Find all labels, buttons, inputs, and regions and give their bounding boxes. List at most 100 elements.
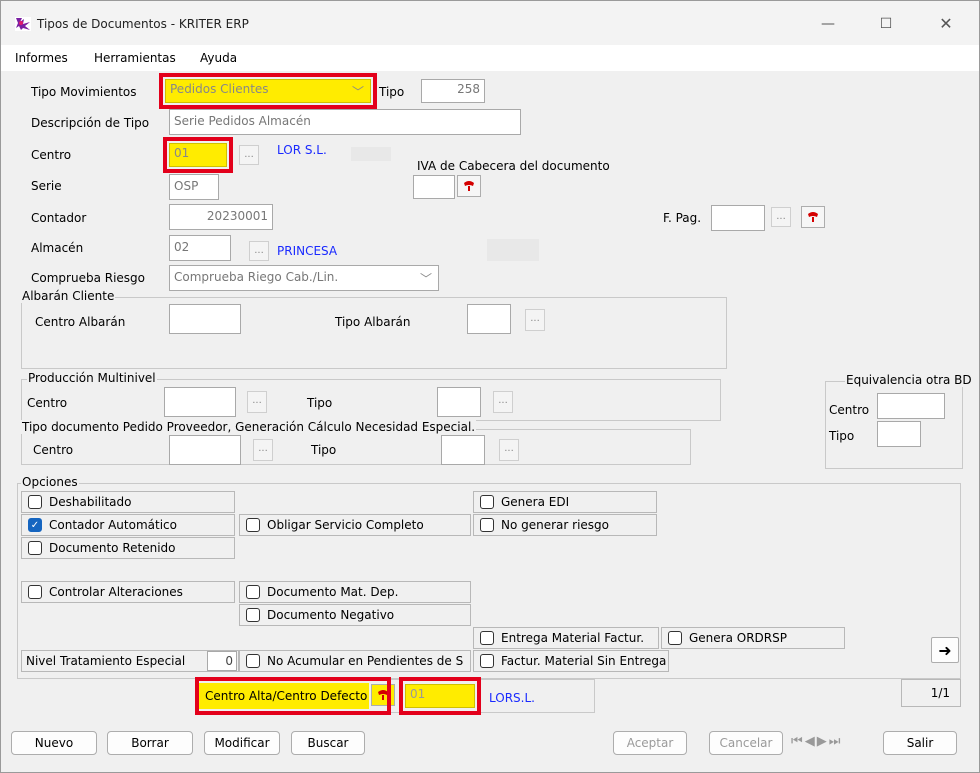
serie-field[interactable]: OSP bbox=[169, 174, 219, 200]
pedido-proveedor-group bbox=[21, 429, 691, 465]
entrega-material-label: Entrega Material Factur. bbox=[501, 631, 645, 645]
centro-albaran-label: Centro Albarán bbox=[35, 315, 126, 329]
modificar-button[interactable]: Modificar bbox=[204, 731, 280, 755]
chevron-down-icon: ﹀ bbox=[419, 272, 432, 286]
help-lookup-icon[interactable] bbox=[457, 175, 481, 197]
decorative-strip bbox=[351, 147, 391, 161]
produccion-title: Producción Multinivel bbox=[27, 371, 157, 385]
record-navigation[interactable]: ⏮◀▶⏭ bbox=[791, 734, 867, 754]
obligar-servicio-checkbox[interactable]: Obligar Servicio Completo bbox=[239, 514, 471, 536]
entrega-material-checkbox[interactable]: Entrega Material Factur. bbox=[473, 627, 659, 649]
tipo-field[interactable]: 258 bbox=[421, 79, 485, 103]
almacen-lookup-button[interactable]: ... bbox=[249, 241, 269, 261]
genera-ordrsp-checkbox[interactable]: Genera ORDRSP bbox=[661, 627, 845, 649]
decorative-strip bbox=[487, 239, 539, 261]
help-lookup-icon[interactable] bbox=[801, 206, 825, 228]
cancelar-button[interactable]: Cancelar bbox=[709, 731, 783, 755]
comprueba-riesgo-select[interactable]: Comprueba Riego Cab./Lin. ﹀ bbox=[169, 265, 439, 291]
highlight-box bbox=[163, 137, 233, 173]
checkbox-box bbox=[480, 495, 494, 509]
comprueba-riesgo-label: Comprueba Riesgo bbox=[31, 271, 145, 285]
descripcion-field[interactable]: Serie Pedidos Almacén bbox=[169, 109, 521, 135]
tipo-label: Tipo bbox=[379, 85, 405, 99]
contador-automatico-label: Contador Automático bbox=[49, 518, 177, 532]
no-generar-riesgo-checkbox[interactable]: No generar riesgo bbox=[473, 514, 657, 536]
fpag-lookup-button[interactable]: ... bbox=[771, 207, 791, 227]
nuevo-button[interactable]: Nuevo bbox=[11, 731, 97, 755]
record-pager: 1/1 bbox=[901, 679, 961, 707]
fpag-field[interactable] bbox=[711, 205, 765, 231]
produccion-tipo-lookup-button[interactable]: ... bbox=[493, 391, 513, 413]
arrow-right-icon[interactable]: ➜ bbox=[931, 637, 959, 663]
checkbox-box bbox=[246, 608, 260, 622]
serie-label: Serie bbox=[31, 179, 62, 193]
checkbox-box bbox=[480, 631, 494, 645]
genera-edi-checkbox[interactable]: Genera EDI bbox=[473, 491, 657, 513]
almacen-field[interactable]: 02 bbox=[169, 235, 231, 261]
buscar-button[interactable]: Buscar bbox=[291, 731, 365, 755]
next-record-icon[interactable]: ▶ bbox=[817, 734, 829, 749]
almacen-name: PRINCESA bbox=[277, 244, 338, 258]
contador-automatico-checkbox[interactable]: ✓ Contador Automático bbox=[21, 514, 235, 536]
highlight-box bbox=[159, 73, 377, 109]
fpag-label: F. Pag. bbox=[663, 211, 702, 225]
checkbox-box bbox=[480, 518, 494, 532]
centro-label: Centro bbox=[31, 148, 72, 162]
factur-sin-entrega-checkbox[interactable]: Factur. Material Sin Entrega bbox=[473, 650, 669, 672]
checkmark-icon: ✓ bbox=[28, 518, 42, 532]
tipo-albaran-field[interactable] bbox=[467, 304, 511, 334]
previous-record-icon[interactable]: ◀ bbox=[805, 734, 817, 749]
deshabilitado-checkbox[interactable]: Deshabilitado bbox=[21, 491, 235, 513]
highlight-box bbox=[195, 677, 391, 715]
produccion-tipo-field[interactable] bbox=[437, 387, 481, 417]
pedido-centro-lookup-button[interactable]: ... bbox=[253, 439, 273, 461]
minimize-icon[interactable]: — bbox=[813, 11, 843, 37]
produccion-group bbox=[21, 379, 721, 421]
genera-ordrsp-label: Genera ORDRSP bbox=[689, 631, 787, 645]
menu-informes[interactable]: Informes bbox=[15, 51, 68, 65]
produccion-centro-lookup-button[interactable]: ... bbox=[247, 391, 267, 413]
tipo-albaran-lookup-button[interactable]: ... bbox=[525, 309, 545, 331]
menu-ayuda[interactable]: Ayuda bbox=[200, 51, 237, 65]
first-record-icon[interactable]: ⏮ bbox=[791, 734, 805, 749]
iva-cabecera-field[interactable] bbox=[413, 175, 455, 199]
pedido-tipo-lookup-button[interactable]: ... bbox=[499, 439, 519, 461]
documento-retenido-label: Documento Retenido bbox=[49, 541, 176, 555]
produccion-centro-label: Centro bbox=[27, 396, 68, 410]
equivalencia-centro-label: Centro bbox=[829, 403, 870, 417]
menu-bar: Informes Herramientas Ayuda bbox=[1, 45, 979, 71]
aceptar-button[interactable]: Aceptar bbox=[613, 731, 687, 755]
checkbox-box bbox=[668, 631, 682, 645]
equivalencia-centro-field[interactable] bbox=[877, 393, 945, 419]
contador-field[interactable]: 20230001 bbox=[169, 204, 273, 230]
nivel-tratamiento-field[interactable]: 0 bbox=[207, 651, 237, 671]
highlight-box bbox=[399, 677, 481, 715]
centro-lookup-button[interactable]: ... bbox=[239, 145, 259, 165]
documento-mat-dep-label: Documento Mat. Dep. bbox=[267, 585, 399, 599]
albaran-cliente-group bbox=[21, 297, 727, 369]
tipo-movimientos-label: Tipo Movimientos bbox=[31, 85, 137, 99]
borrar-button[interactable]: Borrar bbox=[107, 731, 193, 755]
pedido-tipo-field[interactable] bbox=[441, 435, 485, 465]
equivalencia-tipo-field[interactable] bbox=[877, 421, 921, 447]
deshabilitado-label: Deshabilitado bbox=[49, 495, 132, 509]
window-title: Tipos de Documentos - KRITER ERP bbox=[37, 17, 249, 31]
produccion-centro-field[interactable] bbox=[164, 387, 236, 417]
maximize-icon[interactable]: ☐ bbox=[871, 11, 901, 37]
last-record-icon[interactable]: ⏭ bbox=[829, 734, 843, 749]
genera-edi-label: Genera EDI bbox=[501, 495, 570, 509]
produccion-tipo-label: Tipo bbox=[307, 396, 333, 410]
equivalencia-tipo-label: Tipo bbox=[829, 429, 855, 443]
pedido-centro-field[interactable] bbox=[169, 435, 241, 465]
close-icon[interactable]: ✕ bbox=[931, 11, 961, 37]
controlar-alteraciones-label: Controlar Alteraciones bbox=[49, 585, 183, 599]
checkbox-box bbox=[28, 541, 42, 555]
documento-negativo-checkbox[interactable]: Documento Negativo bbox=[239, 604, 471, 626]
centro-albaran-field[interactable] bbox=[169, 304, 241, 334]
documento-mat-dep-checkbox[interactable]: Documento Mat. Dep. bbox=[239, 581, 471, 603]
documento-retenido-checkbox[interactable]: Documento Retenido bbox=[21, 537, 235, 559]
controlar-alteraciones-checkbox[interactable]: Controlar Alteraciones bbox=[21, 581, 235, 603]
salir-button[interactable]: Salir bbox=[883, 731, 957, 755]
no-acumular-checkbox[interactable]: No Acumular en Pendientes de S bbox=[239, 650, 471, 672]
menu-herramientas[interactable]: Herramientas bbox=[94, 51, 176, 65]
